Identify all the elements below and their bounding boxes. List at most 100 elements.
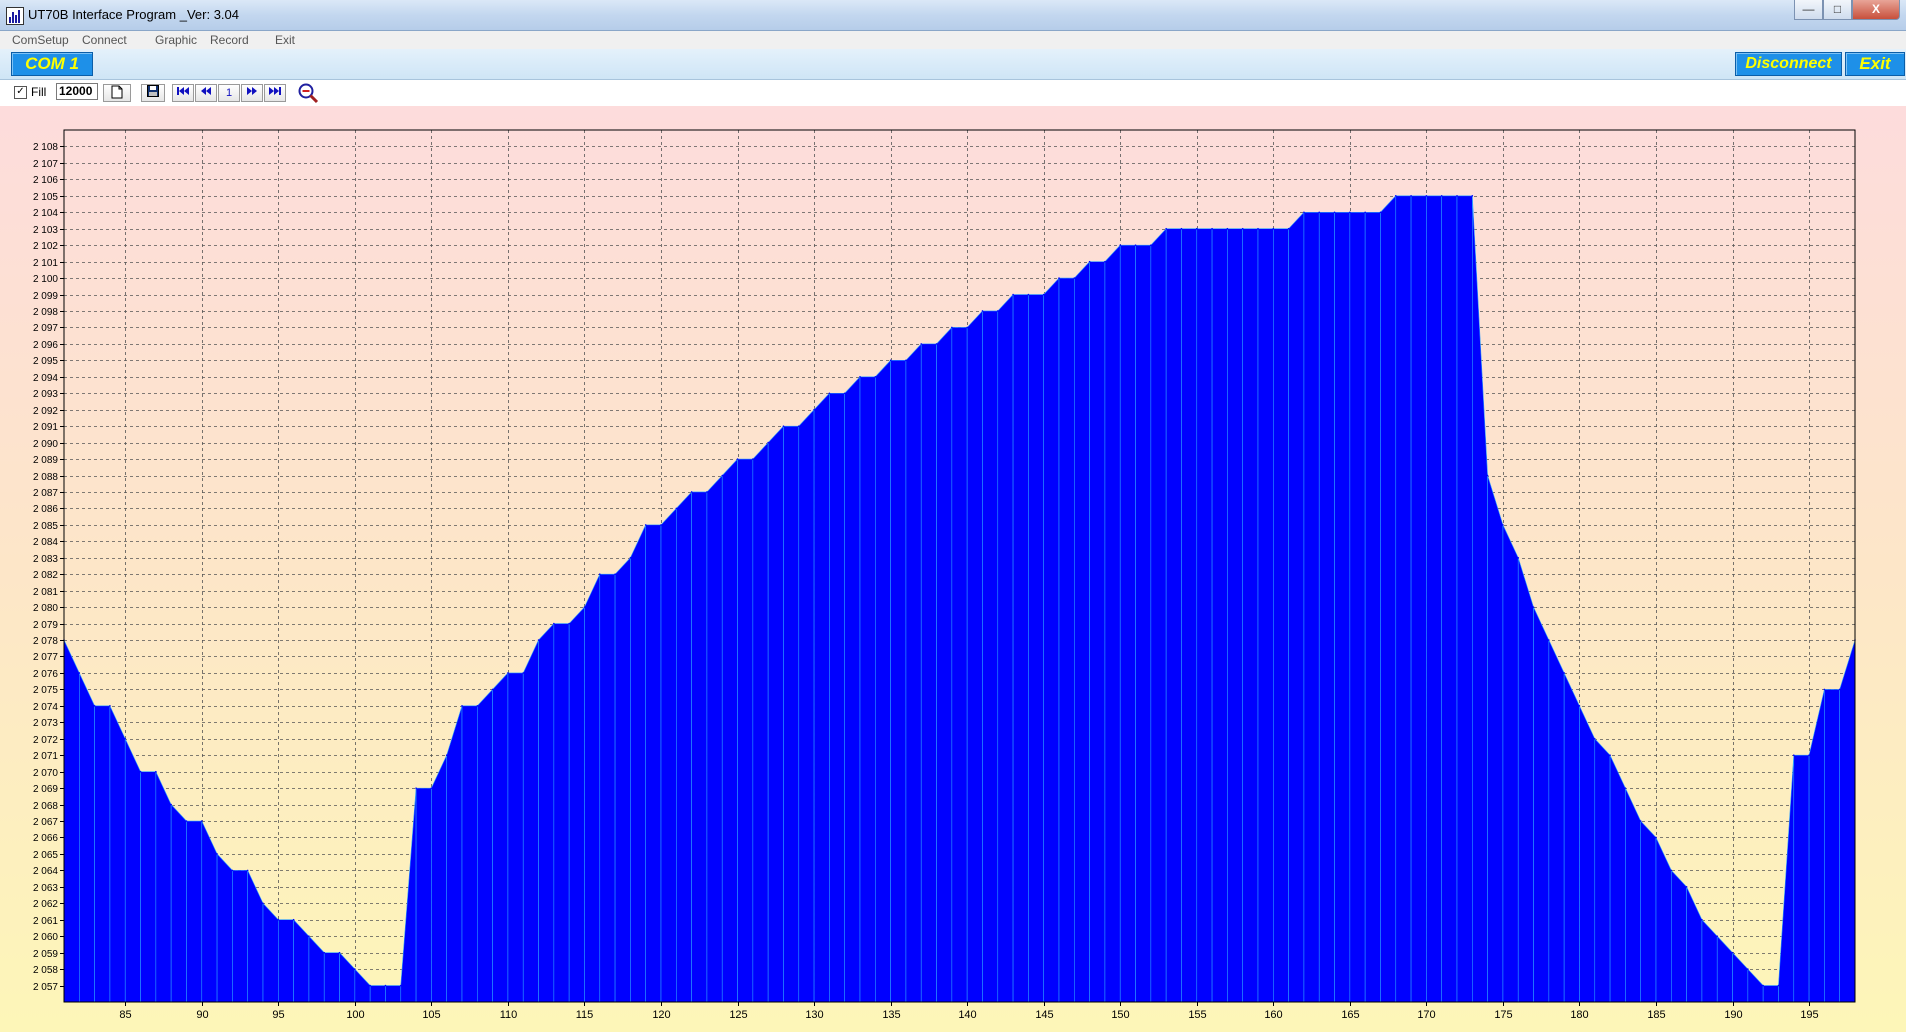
x-tick-label: 145 <box>1035 1009 1053 1021</box>
data-point <box>522 672 525 674</box>
area-segment <box>920 343 937 1003</box>
y-tick-label: 2 099 <box>33 291 58 302</box>
x-tick-label: 160 <box>1264 1009 1282 1021</box>
area-segment <box>1227 228 1243 1003</box>
y-tick-label: 2 060 <box>33 932 58 943</box>
area-segment <box>1762 985 1779 1003</box>
area-segment <box>1288 211 1305 1003</box>
x-tick-label: 165 <box>1341 1009 1359 1021</box>
data-point <box>1394 195 1397 197</box>
chart-svg: 2 057 2 058 2 059 2 060 2 061 2 062 2 063 2 064… <box>33 129 1856 1021</box>
data-point <box>889 359 892 362</box>
data-point <box>1823 688 1826 691</box>
area-segment <box>660 507 677 1003</box>
area-segment <box>201 820 218 1003</box>
data-point <box>905 359 907 362</box>
y-tick-label: 2 081 <box>33 587 58 598</box>
area-segment <box>1824 689 1840 1003</box>
area-segment <box>354 968 371 1003</box>
area-segment <box>1686 886 1703 1003</box>
y-tick-label: 2 087 <box>33 488 58 499</box>
area-segment <box>170 803 187 1003</box>
area-segment <box>1181 228 1198 1003</box>
area-segment <box>721 458 738 1003</box>
area-segment <box>400 788 417 1003</box>
area-segment <box>798 408 815 1003</box>
data-point <box>1517 556 1520 559</box>
area-segment <box>829 392 845 1003</box>
area-segment <box>997 293 1014 1003</box>
area-segment <box>982 310 999 1003</box>
area-segment <box>1273 228 1289 1003</box>
area-segment <box>308 935 325 1003</box>
x-tick-label: 175 <box>1494 1009 1512 1021</box>
y-tick-label: 2 065 <box>33 850 58 861</box>
data-point <box>1241 227 1244 230</box>
data-point <box>1303 211 1305 214</box>
data-point <box>1685 886 1688 888</box>
data-point <box>843 392 846 395</box>
y-tick-label: 2 108 <box>33 142 58 153</box>
data-point <box>399 984 402 987</box>
x-tick-label: 100 <box>346 1009 364 1021</box>
area-segment <box>63 639 80 1003</box>
data-point <box>782 425 785 427</box>
data-point <box>369 984 371 987</box>
data-point <box>1502 524 1504 526</box>
area-segment <box>737 458 754 1003</box>
y-tick-label: 2 103 <box>33 225 58 236</box>
area-segment <box>1793 754 1810 1003</box>
area-segment <box>783 425 800 1003</box>
data-point <box>736 458 739 460</box>
area-segment <box>1043 277 1060 1003</box>
data-point <box>874 375 877 378</box>
area-segment <box>1609 755 1626 1003</box>
y-tick-label: 2 085 <box>33 521 58 532</box>
area-segment <box>1257 228 1274 1003</box>
data-point <box>476 705 479 707</box>
y-tick-label: 2 069 <box>33 784 58 795</box>
area-segment <box>492 672 509 1003</box>
data-point <box>231 869 234 872</box>
y-tick-label: 2 076 <box>33 669 58 680</box>
area-segment <box>415 787 432 1003</box>
data-point <box>1379 211 1382 214</box>
x-tick-label: 180 <box>1570 1009 1588 1021</box>
data-point <box>1134 244 1137 246</box>
data-point <box>124 737 127 740</box>
y-tick-label: 2 073 <box>33 718 58 729</box>
data-point <box>1272 227 1275 230</box>
x-tick-label: 150 <box>1111 1009 1129 1021</box>
data-point <box>920 343 923 345</box>
y-tick-label: 2 091 <box>33 422 58 433</box>
area-segment <box>247 870 264 1003</box>
area-segment <box>1533 607 1550 1003</box>
area-segment <box>691 491 708 1003</box>
area-segment <box>1701 918 1718 1003</box>
y-tick-label: 2 064 <box>33 866 58 877</box>
area-segment <box>1839 639 1856 1003</box>
area-segment <box>293 918 310 1003</box>
area-segment <box>630 524 646 1003</box>
x-tick-label: 185 <box>1647 1009 1665 1021</box>
data-point <box>1440 195 1443 197</box>
y-tick-label: 2 101 <box>33 258 58 269</box>
x-tick-label: 115 <box>576 1009 594 1021</box>
area-segment <box>951 327 968 1003</box>
area-segment <box>507 672 524 1003</box>
y-tick-label: 2 097 <box>33 323 58 334</box>
area-segment <box>79 672 95 1003</box>
y-tick-label: 2 093 <box>33 389 58 400</box>
data-point <box>1088 260 1091 263</box>
area-segment <box>676 491 692 1003</box>
y-tick-label: 2 070 <box>33 768 58 779</box>
data-point <box>767 441 769 444</box>
data-point <box>1701 918 1703 921</box>
area-segment <box>752 441 769 1003</box>
data-point <box>338 951 341 954</box>
area-segment <box>859 376 876 1003</box>
y-tick-label: 2 078 <box>33 636 58 647</box>
y-tick-label: 2 079 <box>33 620 58 631</box>
area-segment <box>568 606 585 1003</box>
area-segment <box>1579 705 1596 1003</box>
